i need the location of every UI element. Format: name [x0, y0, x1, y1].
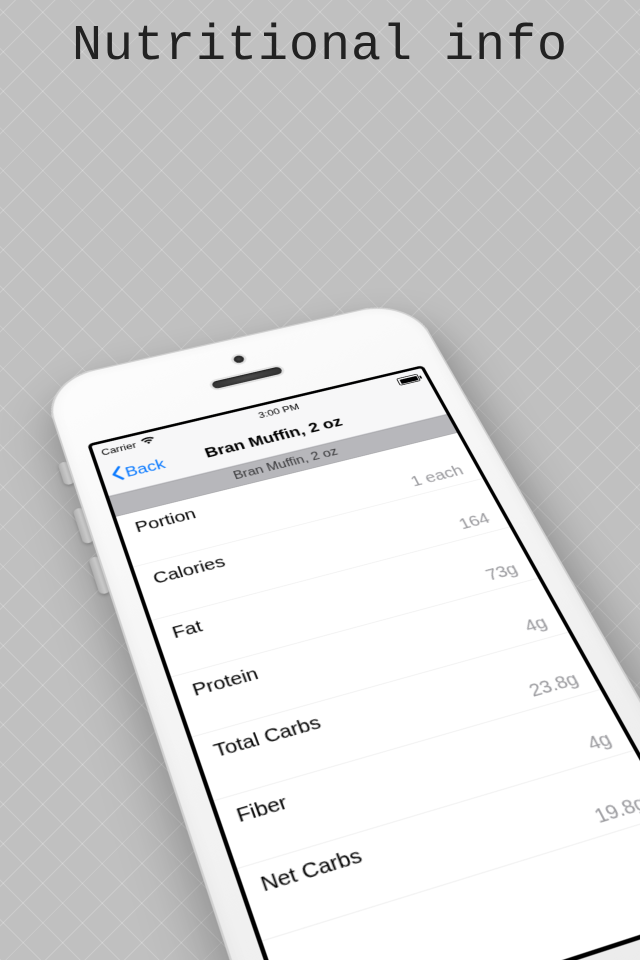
screen-bezel: Carrier 3:00 PM Ba	[87, 365, 640, 960]
earpiece-speaker	[211, 366, 283, 389]
battery-icon	[396, 374, 421, 386]
screen: Carrier 3:00 PM Ba	[91, 368, 640, 960]
row-value: 19.8g	[269, 793, 640, 929]
row-label: Net Carbs	[258, 764, 636, 897]
row-value: 4g	[244, 729, 616, 857]
row-label: Fiber	[234, 702, 602, 827]
back-label: Back	[123, 457, 167, 481]
phone-mockup: Carrier 3:00 PM Ba	[40, 298, 640, 960]
list-item: Total Carbs 23.8g	[192, 633, 600, 802]
phone-stage: Carrier 3:00 PM Ba	[0, 0, 640, 960]
row-label: Total Carbs	[211, 644, 569, 762]
phone-body: Carrier 3:00 PM Ba	[40, 298, 640, 960]
list-item: Net Carbs 19.8g	[237, 751, 640, 942]
front-camera	[232, 355, 245, 364]
list-item: Fiber 4g	[214, 690, 634, 869]
wifi-icon	[139, 435, 156, 448]
nutrition-list[interactable]: Portion 1 each Calories 164 Fat 73g Pr	[116, 433, 640, 942]
row-value: 23.8g	[221, 670, 583, 790]
